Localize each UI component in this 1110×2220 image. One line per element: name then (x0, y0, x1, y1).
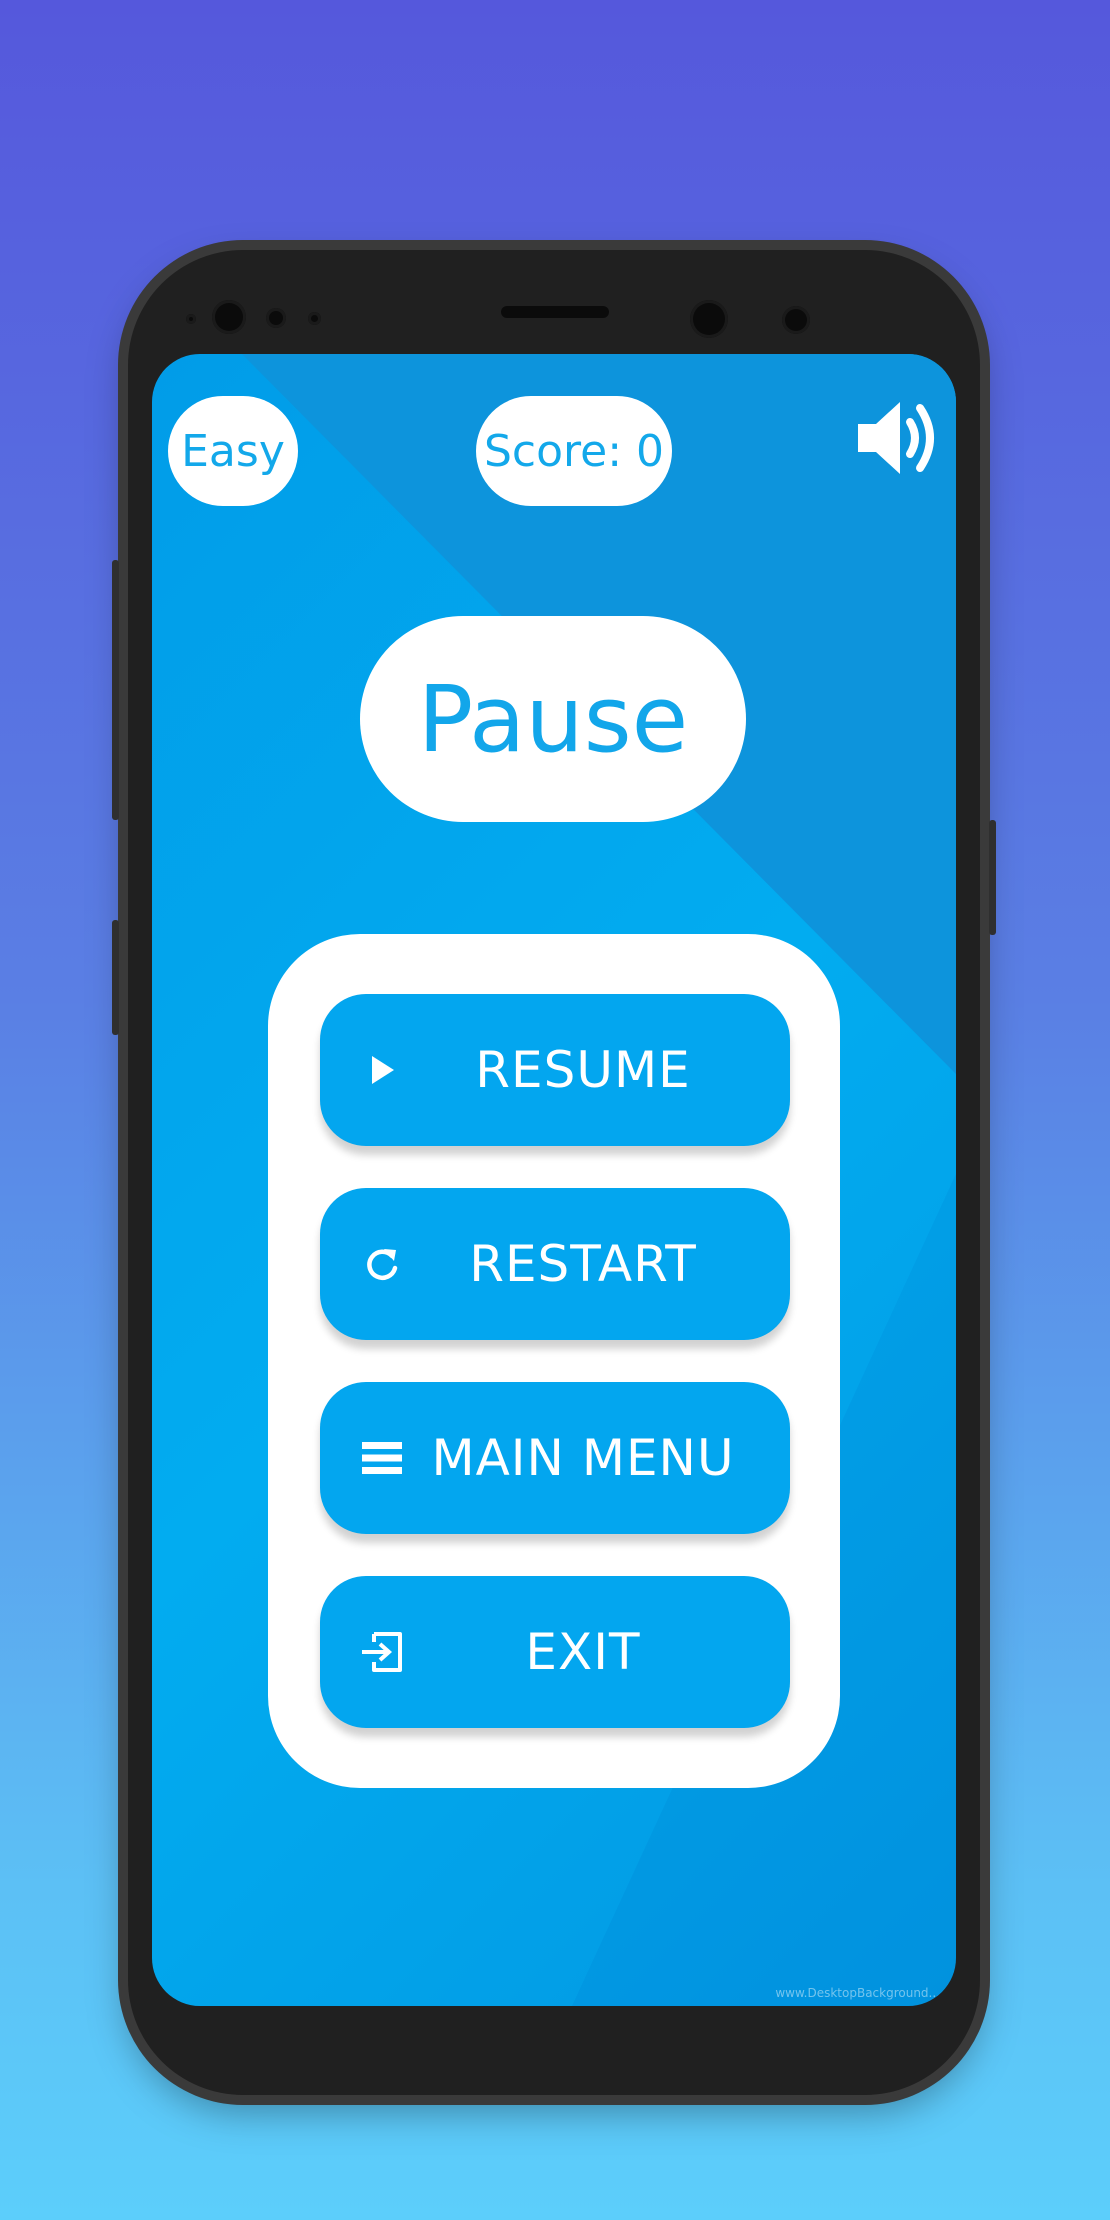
sensor-dot (308, 312, 321, 325)
phone-frame: Easy Score: 0 Pause RESUME RESTART MAIN … (112, 250, 996, 2095)
play-icon (372, 1056, 394, 1084)
difficulty-badge: Easy (168, 396, 298, 506)
power-button (989, 820, 996, 935)
side-button (112, 920, 119, 1035)
restart-icon (367, 1249, 398, 1280)
sensor-dot (186, 314, 196, 324)
resume-button[interactable]: RESUME (320, 994, 790, 1146)
front-camera (212, 300, 246, 334)
earpiece-speaker (501, 306, 609, 318)
game-screen: Easy Score: 0 Pause RESUME RESTART MAIN … (152, 354, 956, 2006)
exit-button[interactable]: EXIT (320, 1576, 790, 1728)
main-menu-button[interactable]: MAIN MENU (320, 1382, 790, 1534)
pause-menu-panel: RESUME RESTART MAIN MENU EXIT (268, 934, 840, 1788)
exit-icon (362, 1632, 402, 1672)
restart-button[interactable]: RESTART (320, 1188, 790, 1340)
front-camera (690, 300, 728, 338)
score-badge: Score: 0 (476, 396, 672, 506)
watermark: www.DesktopBackground... (775, 1986, 940, 2000)
volume-button (112, 560, 119, 820)
menu-icon (362, 1442, 402, 1474)
sensor-dot (266, 308, 286, 328)
speaker-on-icon[interactable] (850, 390, 946, 486)
sensor-dot (782, 306, 810, 334)
page-title: Pause (360, 616, 746, 822)
